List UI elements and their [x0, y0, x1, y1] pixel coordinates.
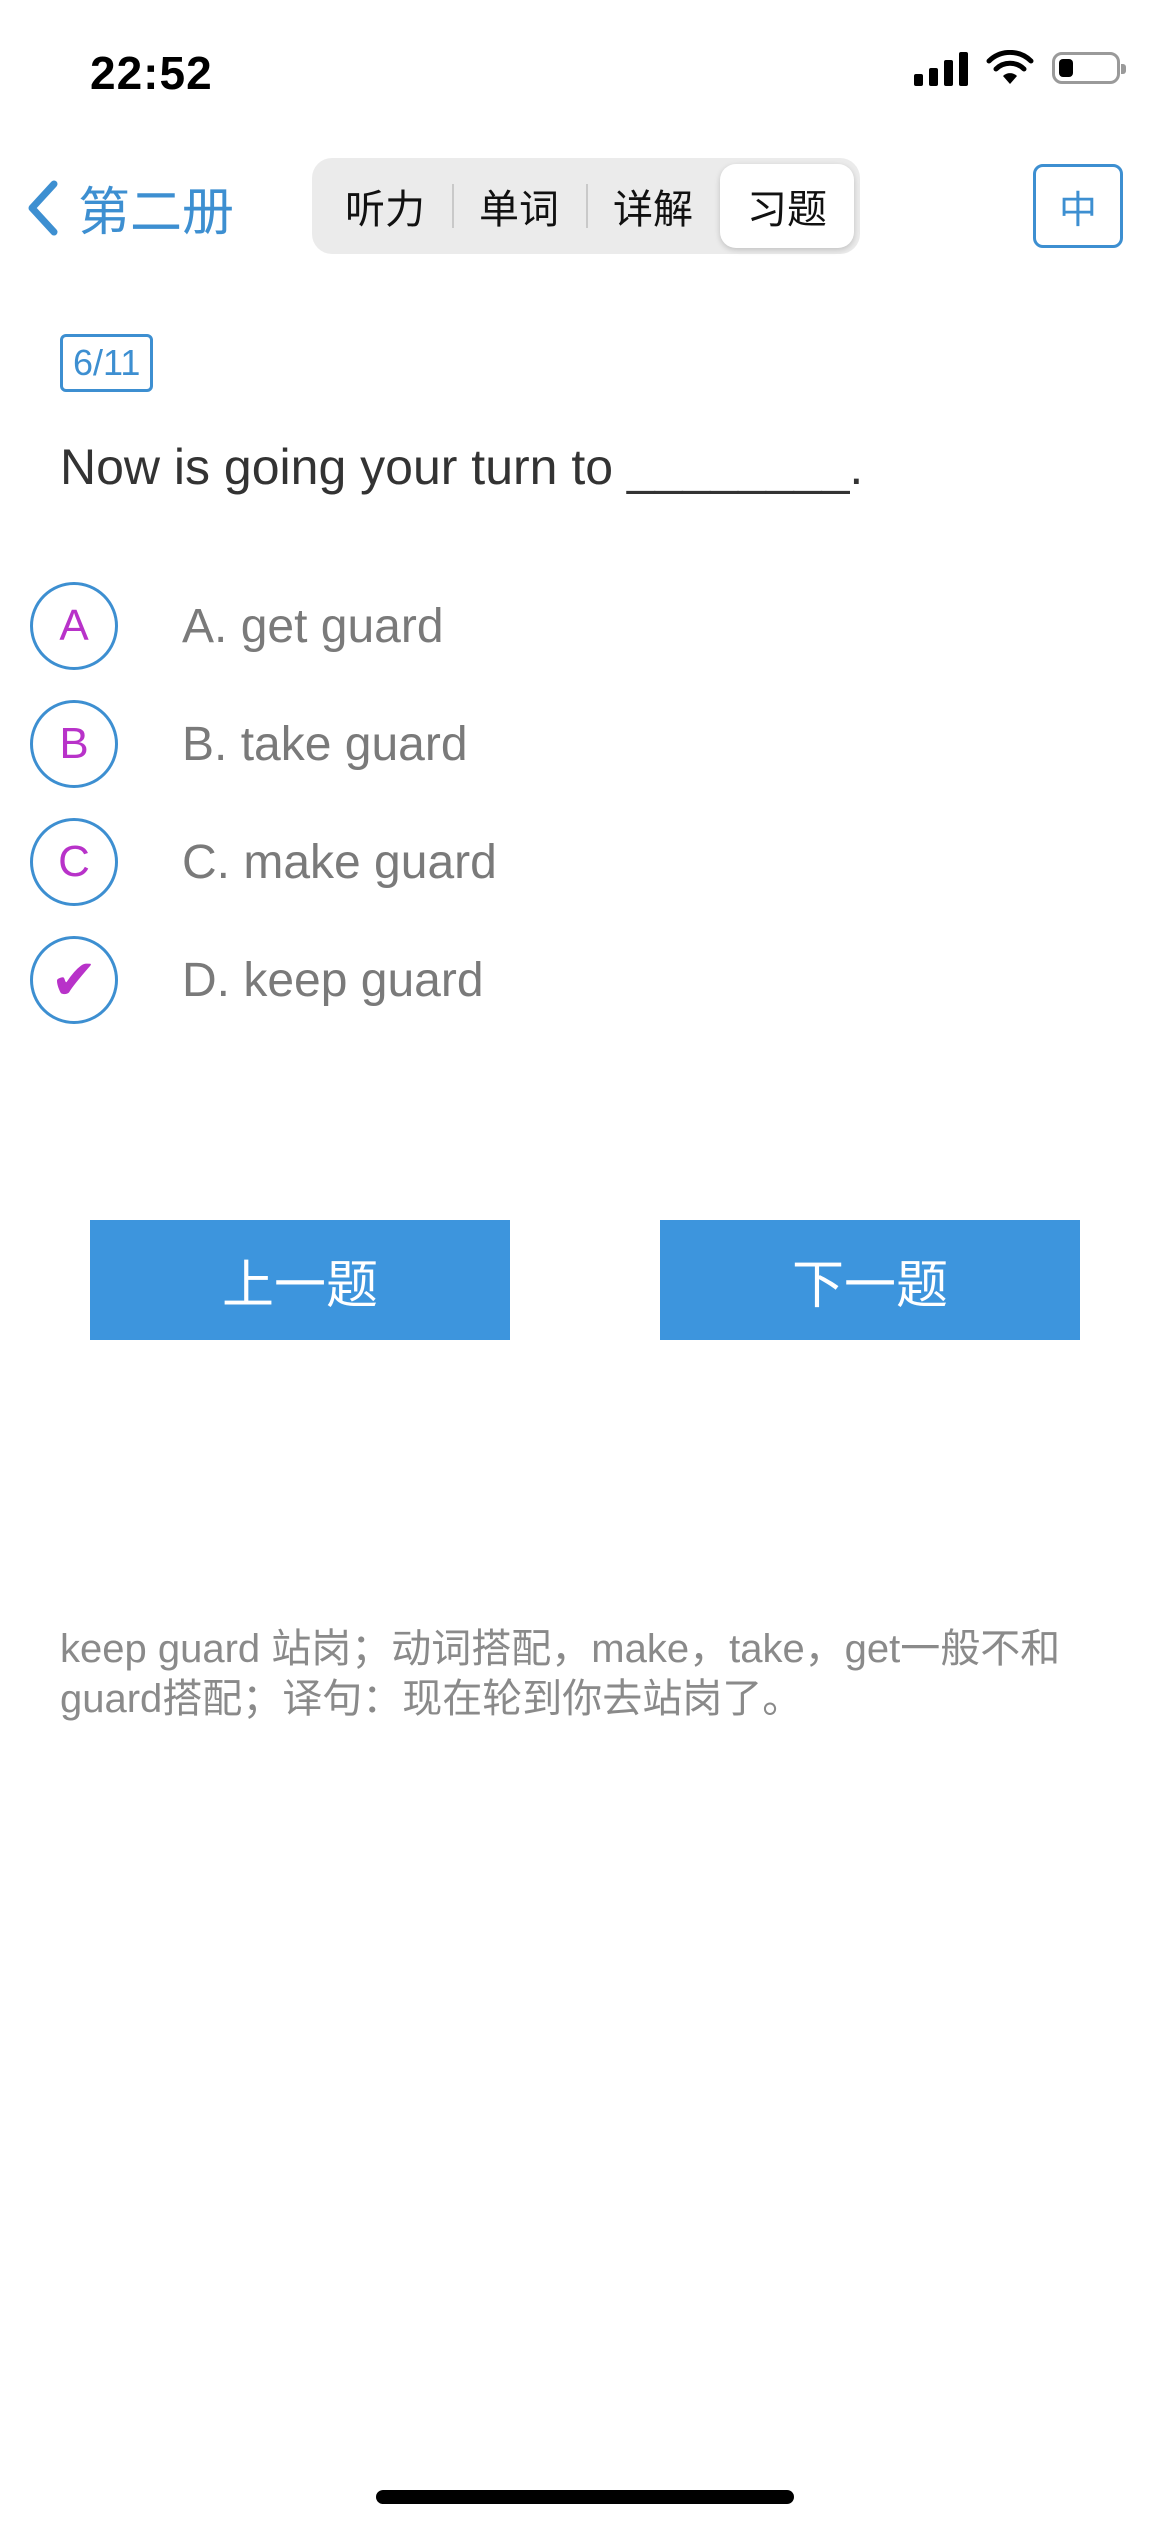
option-a-marker: A	[30, 582, 118, 670]
next-question-button[interactable]: 下一题	[660, 1220, 1080, 1340]
tab-1[interactable]: 听力	[318, 164, 452, 248]
option-d-text: D. keep guard	[182, 953, 484, 1007]
back-label: 第二册	[78, 184, 235, 242]
status-time: 22:52	[90, 47, 213, 99]
tab-2[interactable]: 单词	[452, 164, 586, 248]
option-b-text: B. take guard	[182, 717, 468, 771]
option-a-text: A. get guard	[182, 599, 444, 653]
option-b-marker: B	[30, 700, 118, 788]
option-d-checkmark-icon: ✔	[30, 936, 118, 1024]
option-c[interactable]: C C. make guard	[30, 818, 497, 906]
option-c-marker: C	[30, 818, 118, 906]
tab-4[interactable]: 习题	[720, 164, 854, 248]
quiz-screen: 22:52 第二册 听力 单词 详解 习题 中 6/11 Now is going y…	[0, 0, 1170, 2532]
option-d[interactable]: ✔ D. keep guard	[30, 936, 484, 1024]
wifi-icon	[986, 50, 1034, 84]
back-button[interactable]: 第二册	[24, 170, 234, 245]
home-indicator[interactable]	[376, 2490, 794, 2504]
question-counter: 6/11	[60, 334, 154, 392]
option-b[interactable]: B B. take guard	[30, 700, 468, 788]
battery-icon	[1052, 52, 1126, 84]
option-a[interactable]: A A. get guard	[30, 582, 444, 670]
answer-explanation: keep guard 站岗；动词搭配，make，take，get一般不和guar…	[60, 1627, 1061, 1721]
language-toggle-button[interactable]: 中	[1033, 164, 1123, 248]
question-text: Now is going your turn to ________.	[60, 439, 864, 495]
section-tabs: 听力 单词 详解 习题	[312, 158, 860, 254]
option-c-text: C. make guard	[182, 835, 497, 889]
cellular-signal-icon	[914, 50, 968, 86]
previous-question-button[interactable]: 上一题	[90, 1220, 510, 1340]
chevron-left-icon	[28, 180, 58, 235]
status-icons	[914, 50, 1126, 86]
battery-level	[1059, 59, 1073, 77]
tab-3[interactable]: 详解	[586, 164, 720, 248]
